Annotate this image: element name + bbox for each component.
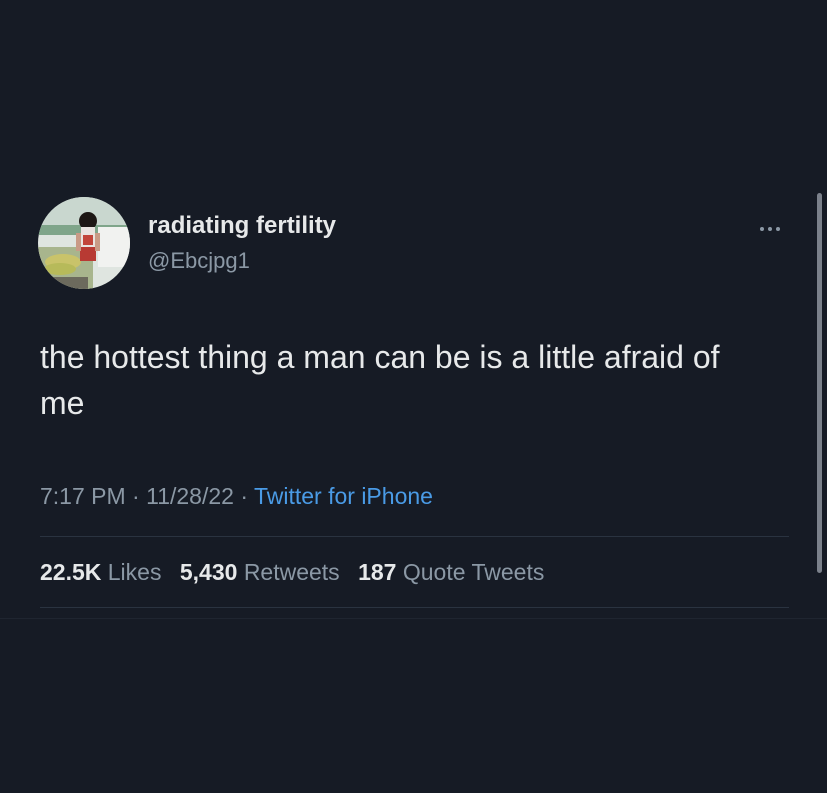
- more-options-icon[interactable]: [752, 218, 788, 240]
- more-dot: [760, 227, 764, 231]
- retweets-count: 5,430: [179, 559, 238, 585]
- likes-count: 22.5K: [40, 559, 102, 585]
- meta-separator: ·: [132, 483, 147, 509]
- tweet-time[interactable]: 7:17 PM: [40, 483, 126, 509]
- more-dot: [768, 227, 772, 231]
- tweet-date[interactable]: 11/28/22: [146, 483, 234, 509]
- tweet-detail: radiating fertility @Ebcjpg1 the hottest…: [0, 0, 827, 793]
- quote-tweets-stat[interactable]: 187 Quote Tweets: [358, 559, 544, 585]
- display-name[interactable]: radiating fertility: [148, 210, 336, 242]
- user-handle[interactable]: @Ebcjpg1: [148, 246, 250, 276]
- likes-label: Likes: [107, 559, 162, 585]
- meta-separator: ·: [240, 483, 254, 509]
- divider: [40, 536, 789, 537]
- likes-stat[interactable]: 22.5K Likes: [40, 559, 161, 585]
- avatar[interactable]: [38, 197, 130, 289]
- tweet-source-link[interactable]: Twitter for iPhone: [254, 483, 433, 509]
- more-dot: [776, 227, 780, 231]
- quotes-label: Quote Tweets: [402, 559, 545, 585]
- retweets-stat[interactable]: 5,430 Retweets: [180, 559, 340, 585]
- scrollbar[interactable]: [817, 193, 822, 573]
- tweet-meta: 7:17 PM · 11/28/22 · Twitter for iPhone: [40, 479, 433, 513]
- quotes-count: 187: [358, 559, 397, 585]
- section-border: [0, 618, 827, 619]
- retweets-label: Retweets: [243, 559, 340, 585]
- engagement-stats: 22.5K Likes 5,430 Retweets 187 Quote Twe…: [40, 555, 556, 589]
- tweet-text: the hottest thing a man can be is a litt…: [40, 339, 720, 421]
- avatar-photo: [38, 197, 130, 289]
- divider: [40, 607, 789, 608]
